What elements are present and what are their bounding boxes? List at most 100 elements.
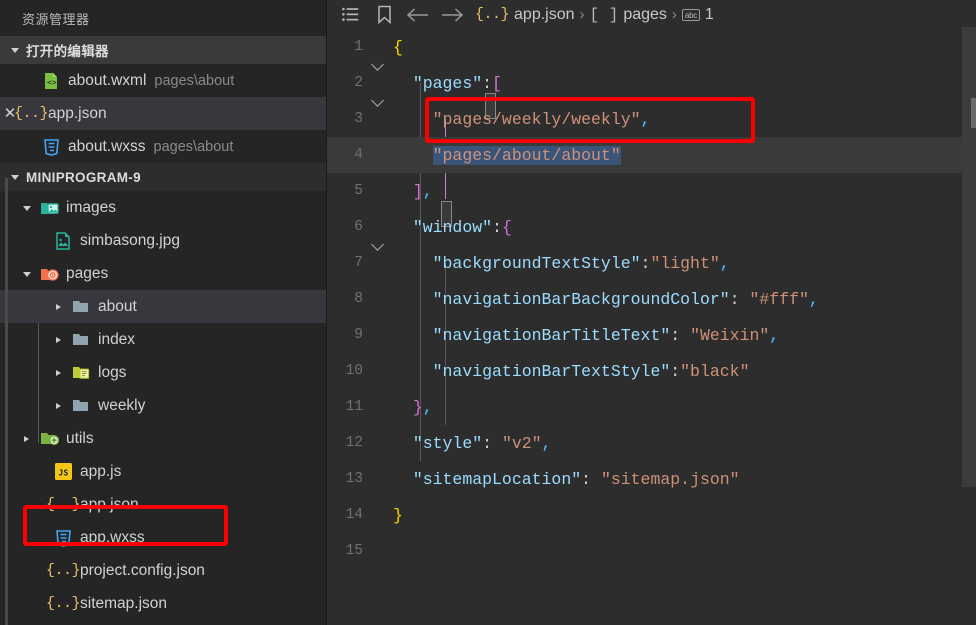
folder-pages-icon — [38, 266, 60, 282]
tree-item-weekly[interactable]: weekly — [0, 389, 326, 422]
line-number: 14 — [345, 507, 363, 523]
breadcrumb-item-index[interactable]: abc 1 — [681, 5, 714, 24]
code-editor[interactable]: 1 { 2 "pages":[ 3 "pages/weekly/weekly",… — [327, 29, 976, 625]
chevron-down-icon[interactable] — [8, 169, 24, 185]
code-line[interactable]: 3 "pages/weekly/weekly", — [327, 101, 976, 137]
chevron-right-icon[interactable] — [52, 365, 68, 381]
open-editor-item-app-json[interactable]: ✕ {..} app.json — [0, 97, 326, 130]
line-number: 6 — [354, 219, 363, 235]
line-content: "navigationBarBackgroundColor": "#fff", — [432, 289, 819, 309]
tree-item-label: app.wxss — [80, 528, 145, 546]
line-number: 3 — [354, 111, 363, 127]
line-content: "pages/weekly/weekly", — [432, 109, 651, 129]
open-editor-path: pages\about — [154, 72, 235, 89]
tree-item-utils[interactable]: utils — [0, 422, 326, 455]
code-line[interactable]: 8 "navigationBarBackgroundColor": "#fff"… — [327, 281, 976, 317]
project-name-label: MINIPROGRAM-9 — [26, 169, 141, 185]
open-editor-item-about-wxml[interactable]: <> about.wxml pages\about — [0, 64, 326, 97]
code-line[interactable]: 12 "style": "v2", — [327, 425, 976, 461]
tree-item-about[interactable]: about — [0, 290, 326, 323]
vscode-window: 资源管理器 打开的编辑器 <> about.wxml pages\about ✕… — [0, 0, 976, 625]
folder-utils-icon — [38, 431, 60, 446]
tree-item-label: about — [98, 297, 137, 315]
code-line[interactable]: 1 { — [327, 29, 976, 65]
line-number: 8 — [354, 291, 363, 307]
editor-scrollbar-rail[interactable] — [962, 0, 976, 625]
tree-item-logs[interactable]: logs — [0, 356, 326, 389]
explorer-title: 资源管理器 — [22, 11, 90, 27]
tree-item-index[interactable]: index — [0, 323, 326, 356]
code-line-current[interactable]: 4 "pages/about/about" — [327, 137, 976, 173]
breadcrumb-item-pages[interactable]: [ ] pages — [590, 6, 667, 24]
code-line[interactable]: 13 "sitemapLocation": "sitemap.json" — [327, 461, 976, 497]
tree-item-label: app.js — [80, 462, 122, 480]
open-editor-item-about-wxss[interactable]: about.wxss pages\about — [0, 130, 326, 163]
tree-item-label: simbasong.jpg — [80, 231, 180, 249]
line-content: "pages/about/about" — [393, 145, 621, 165]
tree-item-label: index — [98, 330, 136, 348]
line-number: 1 — [354, 39, 363, 55]
open-editors-section-header[interactable]: 打开的编辑器 — [0, 36, 326, 64]
chevron-right-icon[interactable] — [52, 299, 68, 315]
image-file-icon — [52, 231, 74, 250]
json-file-icon: {..} — [46, 496, 81, 513]
tree-item-project-config-json[interactable]: {..} project.config.json — [0, 554, 326, 587]
json-file-icon: {..} — [475, 6, 510, 23]
tree-item-images[interactable]: images — [0, 191, 326, 224]
code-line[interactable]: 7 "backgroundTextStyle":"light", — [327, 245, 976, 281]
folder-icon — [70, 299, 92, 314]
line-content: "window":{ — [412, 217, 512, 237]
arrow-right-icon[interactable] — [435, 7, 469, 23]
code-line[interactable]: 2 "pages":[ — [327, 65, 976, 101]
tree-item-app-js[interactable]: JS app.js — [0, 455, 326, 488]
breadcrumb-item-file[interactable]: {..} app.json — [475, 6, 575, 24]
chevron-right-icon[interactable] — [52, 398, 68, 414]
line-number: 13 — [345, 471, 363, 487]
breadcrumb-separator: › — [579, 6, 585, 23]
open-editors-label: 打开的编辑器 — [26, 44, 109, 59]
line-content: ], — [412, 181, 433, 201]
code-line[interactable]: 6 "window":{ — [327, 209, 976, 245]
code-line[interactable]: 15 — [327, 533, 976, 569]
arrow-left-icon[interactable] — [401, 7, 435, 23]
line-number: 12 — [345, 435, 363, 451]
chevron-right-icon[interactable] — [20, 431, 36, 447]
open-editor-name: about.wxss — [68, 137, 146, 155]
outline-list-icon[interactable] — [333, 7, 367, 22]
code-line[interactable]: 9 "navigationBarTitleText": "Weixin", — [327, 317, 976, 353]
editor-pane: {..} app.json › [ ] pages › abc 1 1 {2 … — [327, 0, 976, 625]
chevron-down-icon[interactable] — [20, 266, 36, 282]
project-section-header[interactable]: MINIPROGRAM-9 — [0, 163, 326, 191]
breadcrumb-label: pages — [623, 5, 667, 23]
json-file-icon: {..} — [46, 595, 81, 612]
tree-item-label: sitemap.json — [80, 594, 168, 612]
wxml-file-icon: <> — [40, 72, 62, 90]
tree-item-label: project.config.json — [80, 561, 205, 579]
explorer-sidebar: 资源管理器 打开的编辑器 <> about.wxml pages\about ✕… — [0, 0, 327, 625]
breadcrumb-label: 1 — [704, 5, 714, 23]
bookmark-icon[interactable] — [367, 5, 401, 24]
chevron-down-icon[interactable] — [20, 200, 36, 216]
open-editor-path: pages\about — [153, 138, 234, 155]
breadcrumb: {..} app.json › [ ] pages › abc 1 — [327, 0, 976, 29]
chevron-right-icon[interactable] — [52, 332, 68, 348]
tree-item-simbasong-jpg[interactable]: simbasong.jpg — [0, 224, 326, 257]
code-line[interactable]: 11 }, — [327, 389, 976, 425]
line-number: 4 — [354, 147, 363, 163]
code-line[interactable]: 5 ], — [327, 173, 976, 209]
line-content: "sitemapLocation": "sitemap.json" — [412, 469, 740, 489]
sidebar-scrollbar[interactable] — [5, 178, 8, 625]
breadcrumb-label: app.json — [514, 5, 575, 23]
editor-scrollbar-thumb[interactable] — [962, 27, 976, 487]
tree-item-sitemap-json[interactable]: {..} sitemap.json — [0, 587, 326, 620]
tree-item-pages[interactable]: pages — [0, 257, 326, 290]
tree-item-app-wxss[interactable]: app.wxss — [0, 521, 326, 554]
code-line[interactable]: 14 } — [327, 497, 976, 533]
folder-images-icon — [38, 200, 60, 216]
abc-string-icon: abc — [681, 8, 700, 21]
tree-item-app-json[interactable]: {..} app.json — [0, 488, 326, 521]
line-content: } — [393, 505, 403, 525]
code-line[interactable]: 10 "navigationBarTextStyle":"black" — [327, 353, 976, 389]
chevron-down-icon[interactable] — [8, 42, 24, 58]
array-bracket-icon: [ ] — [589, 5, 619, 24]
